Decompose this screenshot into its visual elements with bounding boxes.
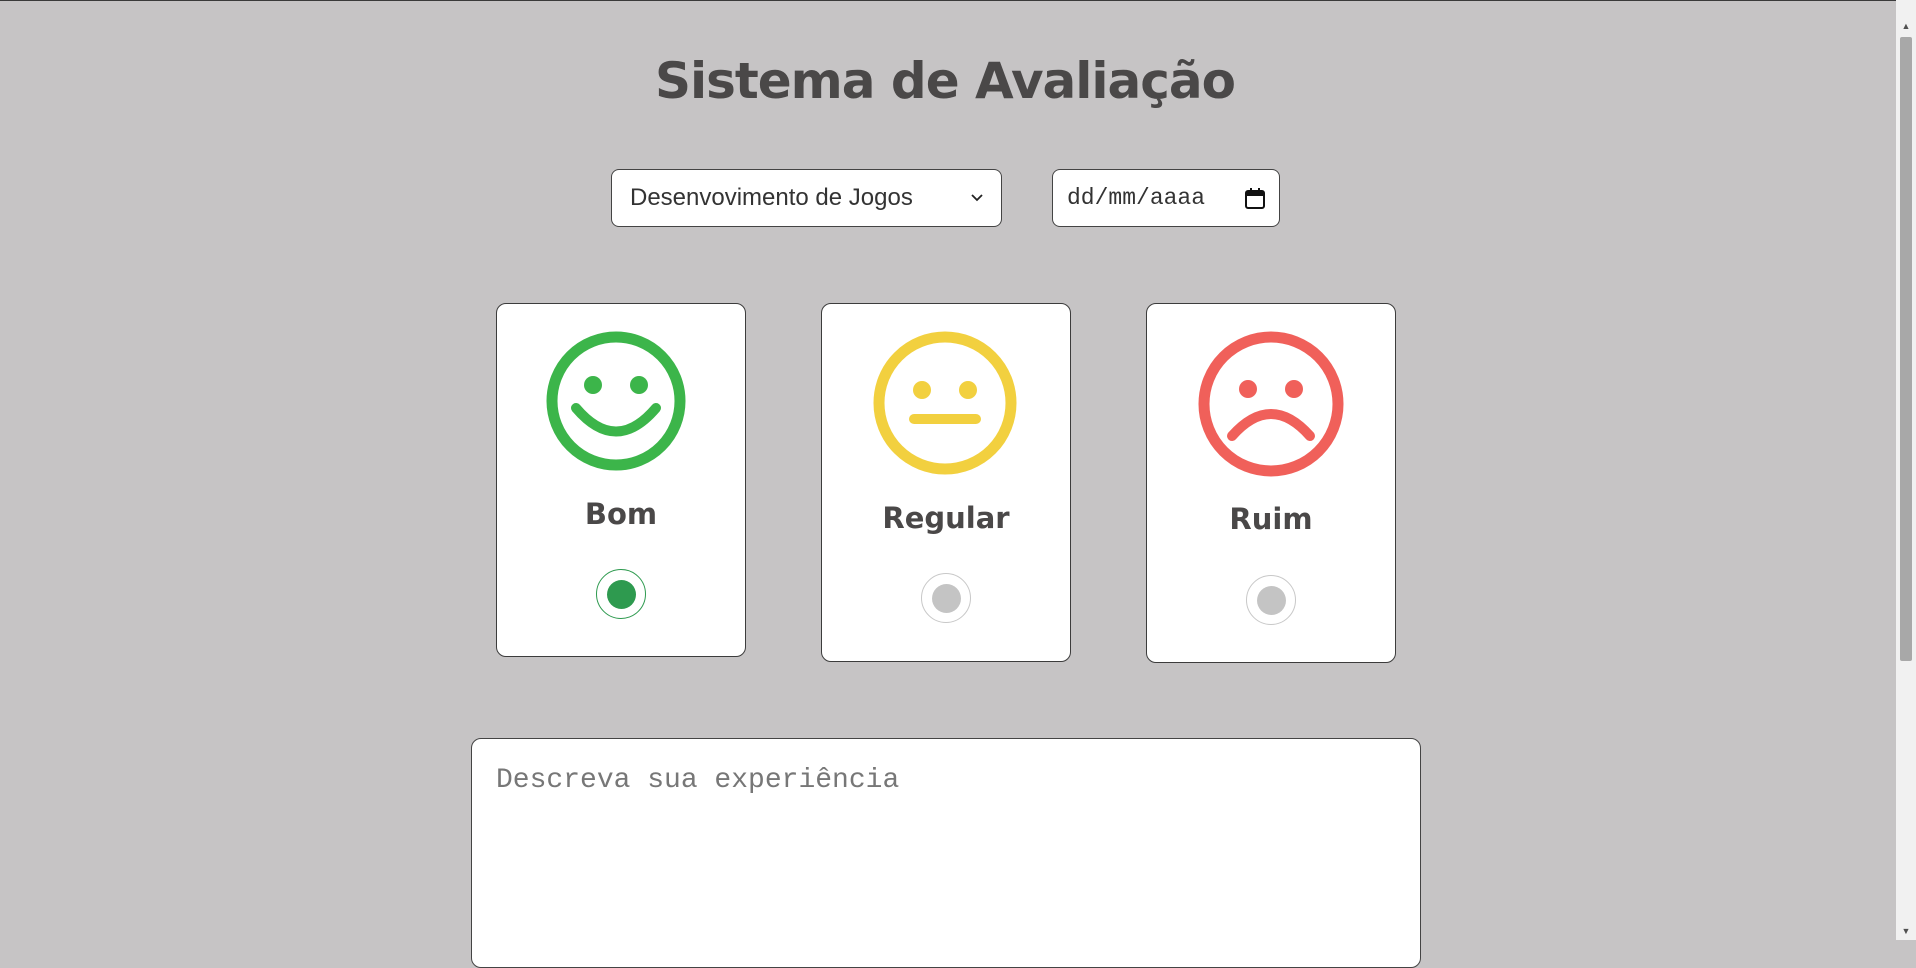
date-field[interactable]: dd/mm/aaaa [1052,169,1280,227]
rating-radio-regular[interactable] [921,573,971,623]
rating-card-regular[interactable]: Regular [821,303,1071,662]
smiley-sad-icon [1198,331,1344,477]
vertical-scrollbar[interactable]: ▲ ▼ [1896,0,1916,940]
rating-label-regular: Regular [882,501,1010,535]
date-field-placeholder: dd/mm/aaaa [1067,185,1206,211]
rating-label-bom: Bom [584,497,658,531]
smiley-happy-icon [546,331,686,471]
rating-card-ruim[interactable]: Ruim [1146,303,1396,663]
page: Sistema de Avaliação Desenvovimento de J… [0,0,1896,968]
calendar-icon[interactable] [1245,187,1265,209]
description-textarea[interactable]: Descreva sua experiência [471,738,1421,968]
description-placeholder: Descreva sua experiência [496,765,900,796]
course-select[interactable]: Desenvovimento de Jogos [611,169,1002,227]
rating-label-ruim: Ruim [1229,502,1313,536]
rating-radio-ruim[interactable] [1246,575,1296,625]
smiley-neutral-icon [873,331,1017,475]
course-select-value: Desenvovimento de Jogos [630,184,913,211]
scrollbar-thumb[interactable] [1900,37,1912,661]
scroll-down-icon[interactable]: ▼ [1896,922,1916,940]
rating-card-bom[interactable]: Bom [496,303,746,657]
rating-radio-bom[interactable] [596,569,646,619]
chevron-down-icon [971,194,983,202]
scroll-up-icon[interactable]: ▲ [1896,17,1916,35]
page-title: Sistema de Avaliação [654,52,1236,110]
